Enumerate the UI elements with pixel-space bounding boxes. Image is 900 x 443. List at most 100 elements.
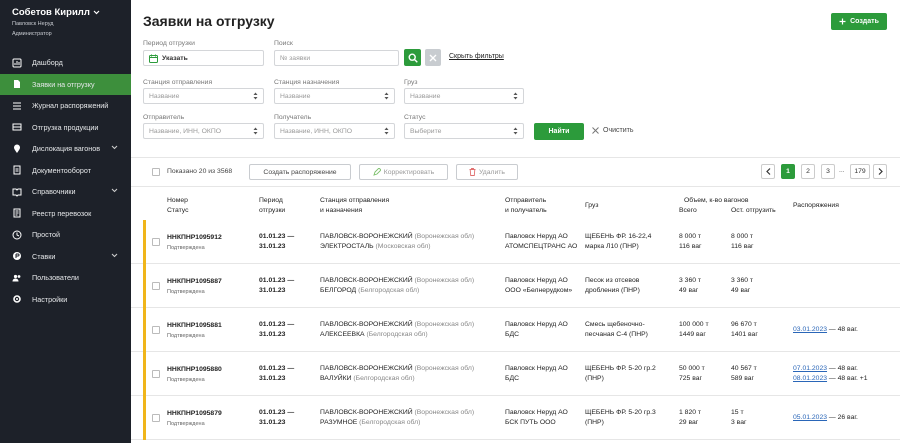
shipment-icon xyxy=(12,122,22,132)
departure-station-placeholder: Название xyxy=(149,92,180,100)
order-date-link[interactable]: 08.01.2023 xyxy=(793,375,827,382)
delete-button[interactable]: Удалить xyxy=(456,164,518,180)
sidebar-item-6[interactable]: Документооборот xyxy=(0,160,131,182)
table-row[interactable]: ННКПНР1095880 Подтверждена 01.01.23 — 31.0… xyxy=(131,352,900,396)
sidebar-item-3[interactable]: Журнал распоряжений xyxy=(0,95,131,117)
prev-page-button[interactable] xyxy=(761,164,775,179)
order-date-link[interactable]: 07.01.2023 xyxy=(793,365,827,372)
sidebar-item-10[interactable]: Ставки xyxy=(0,246,131,268)
user-org: Павловск Неруд xyxy=(12,21,54,27)
receiver-select[interactable]: Название, ИНН, ОКПО xyxy=(274,123,395,139)
chevron-down-icon xyxy=(111,145,118,150)
col-period-label-2: отгрузки xyxy=(259,207,286,214)
row-checkbox[interactable] xyxy=(152,370,160,378)
row-checkbox[interactable] xyxy=(152,238,160,246)
search-input[interactable]: № заявки xyxy=(274,50,399,66)
sidebar-item-7[interactable]: Справочники xyxy=(0,181,131,203)
col-header-cargo[interactable]: Груз xyxy=(585,201,599,211)
order-entry: 08.01.2023 — 48 ваг. +1 xyxy=(793,374,868,384)
find-button[interactable]: Найти xyxy=(534,123,584,140)
order-date-link[interactable]: 05.01.2023 xyxy=(793,414,827,421)
chevron-right-icon xyxy=(878,168,883,175)
request-number[interactable]: ННКПНР1095887 xyxy=(167,278,222,285)
col-header-period[interactable]: Период отгрузки xyxy=(259,196,285,216)
period-end: 31.01.23 xyxy=(259,331,286,338)
departure-region: (Воронежская обл) xyxy=(414,321,475,328)
col-header-remain[interactable]: Ост. отгрузить xyxy=(731,206,776,216)
user-block[interactable]: Собетов Кирилл Павловск Неруд Администра… xyxy=(0,0,131,38)
cargo-select[interactable]: Название xyxy=(404,88,524,104)
col-sender-label-2: и получатель xyxy=(505,207,547,214)
orders-cell: 07.01.2023 — 48 ваг. 08.01.2023 — 48 ваг.… xyxy=(793,364,868,384)
table-row[interactable]: ННКПНР1095881 Подтверждена 01.01.23 — 31.0… xyxy=(131,308,900,352)
period-field[interactable]: Указать xyxy=(143,50,264,66)
sidebar-item-8[interactable]: Реестр перевозок xyxy=(0,203,131,225)
search-label: Поиск xyxy=(274,40,293,47)
chevron-left-icon xyxy=(765,168,770,175)
create-button[interactable]: Создать xyxy=(831,13,887,30)
col-header-number[interactable]: Номер Статус xyxy=(167,196,189,216)
destination-station-select[interactable]: Название xyxy=(274,88,395,104)
sidebar-item-1[interactable]: Дашборд xyxy=(0,52,131,74)
create-order-button[interactable]: Создать распоряжение xyxy=(249,164,351,180)
chevron-down-icon[interactable] xyxy=(93,10,100,15)
clear-filters-button[interactable]: Очистить xyxy=(592,127,633,134)
hide-filters-link[interactable]: Скрыть фильтры xyxy=(449,53,504,60)
destination-region: (Московская обл) xyxy=(375,243,431,250)
page-ellipsis: ... xyxy=(839,167,845,174)
total-volume: 8 000 т xyxy=(679,233,702,240)
sidebar-item-4[interactable]: Отгрузка продукции xyxy=(0,117,131,139)
request-number[interactable]: ННКПНР1095912 xyxy=(167,234,222,241)
row-checkbox[interactable] xyxy=(152,326,160,334)
col-header-station[interactable]: Станция отправления и назначения xyxy=(320,196,389,216)
row-marker xyxy=(143,396,146,440)
remain-volume: 15 т xyxy=(731,409,744,416)
order-entry: 07.01.2023 — 48 ваг. xyxy=(793,364,868,374)
table-row[interactable]: ННКПНР1095887 Подтверждена 01.01.23 — 31.0… xyxy=(131,264,900,308)
clear-search-button[interactable] xyxy=(425,49,441,66)
period-start: 01.01.23 — xyxy=(259,365,295,372)
request-number[interactable]: ННКПНР1095879 xyxy=(167,410,222,417)
sender-name: Павловск Неруд АО xyxy=(505,321,568,328)
departure-region: (Воронежская обл) xyxy=(414,277,475,284)
sender-select[interactable]: Название, ИНН, ОКПО xyxy=(143,123,264,139)
list-icon xyxy=(12,101,22,111)
page-2[interactable]: 2 xyxy=(801,164,815,179)
search-button[interactable] xyxy=(404,49,421,66)
select-all-checkbox[interactable] xyxy=(152,168,160,176)
order-info: — 48 ваг. xyxy=(827,365,858,372)
page-1[interactable]: 1 xyxy=(781,164,795,179)
sidebar-item-label: Реестр перевозок xyxy=(32,208,92,218)
status-text: Подтверждена xyxy=(167,421,205,427)
remain-wagons: 589 ваг xyxy=(731,375,755,382)
edit-button[interactable]: Корректировать xyxy=(359,164,448,180)
request-number[interactable]: ННКПНР1095881 xyxy=(167,322,222,329)
sidebar-item-11[interactable]: Пользователи xyxy=(0,267,131,289)
sidebar-item-9[interactable]: Простой xyxy=(0,224,131,246)
row-checkbox[interactable] xyxy=(152,282,160,290)
row-checkbox[interactable] xyxy=(152,414,160,422)
sidebar-item-12[interactable]: Настройки xyxy=(0,289,131,311)
page-3[interactable]: 3 xyxy=(821,164,835,179)
status-select[interactable]: Выберите xyxy=(404,123,524,139)
table-row[interactable]: ННКПНР1095912 Подтверждена 01.01.23 — 31.0… xyxy=(131,220,900,264)
table-row[interactable]: ННКПНР1095879 Подтверждена 01.01.23 — 31.0… xyxy=(131,396,900,440)
col-header-sender[interactable]: Отправитель и получатель xyxy=(505,196,547,216)
page-179[interactable]: 179 xyxy=(850,164,870,179)
cargo-line-1: ЩЕБЕНЬ ФР. 5-20 гр.2 xyxy=(585,365,656,372)
sidebar-item-label: Отгрузка продукции xyxy=(32,122,99,132)
edit-label: Корректировать xyxy=(383,168,435,176)
sidebar-item-5[interactable]: Дислокация вагонов xyxy=(0,138,131,160)
col-status-label: Статус xyxy=(167,207,189,214)
request-number[interactable]: ННКПНР1095880 xyxy=(167,366,222,373)
sender-label: Отправитель xyxy=(143,114,185,121)
departure-station-select[interactable]: Название xyxy=(143,88,264,104)
col-header-total[interactable]: Всего xyxy=(679,206,697,216)
rate-icon xyxy=(12,251,22,261)
cargo-placeholder: Название xyxy=(410,92,441,100)
sidebar-item-label: Настройки xyxy=(32,294,68,304)
sidebar-item-2[interactable]: Заявки на отгрузку xyxy=(0,73,131,95)
next-page-button[interactable] xyxy=(873,164,887,179)
order-date-link[interactable]: 03.01.2023 xyxy=(793,326,827,333)
col-number-label: Номер xyxy=(167,197,188,204)
